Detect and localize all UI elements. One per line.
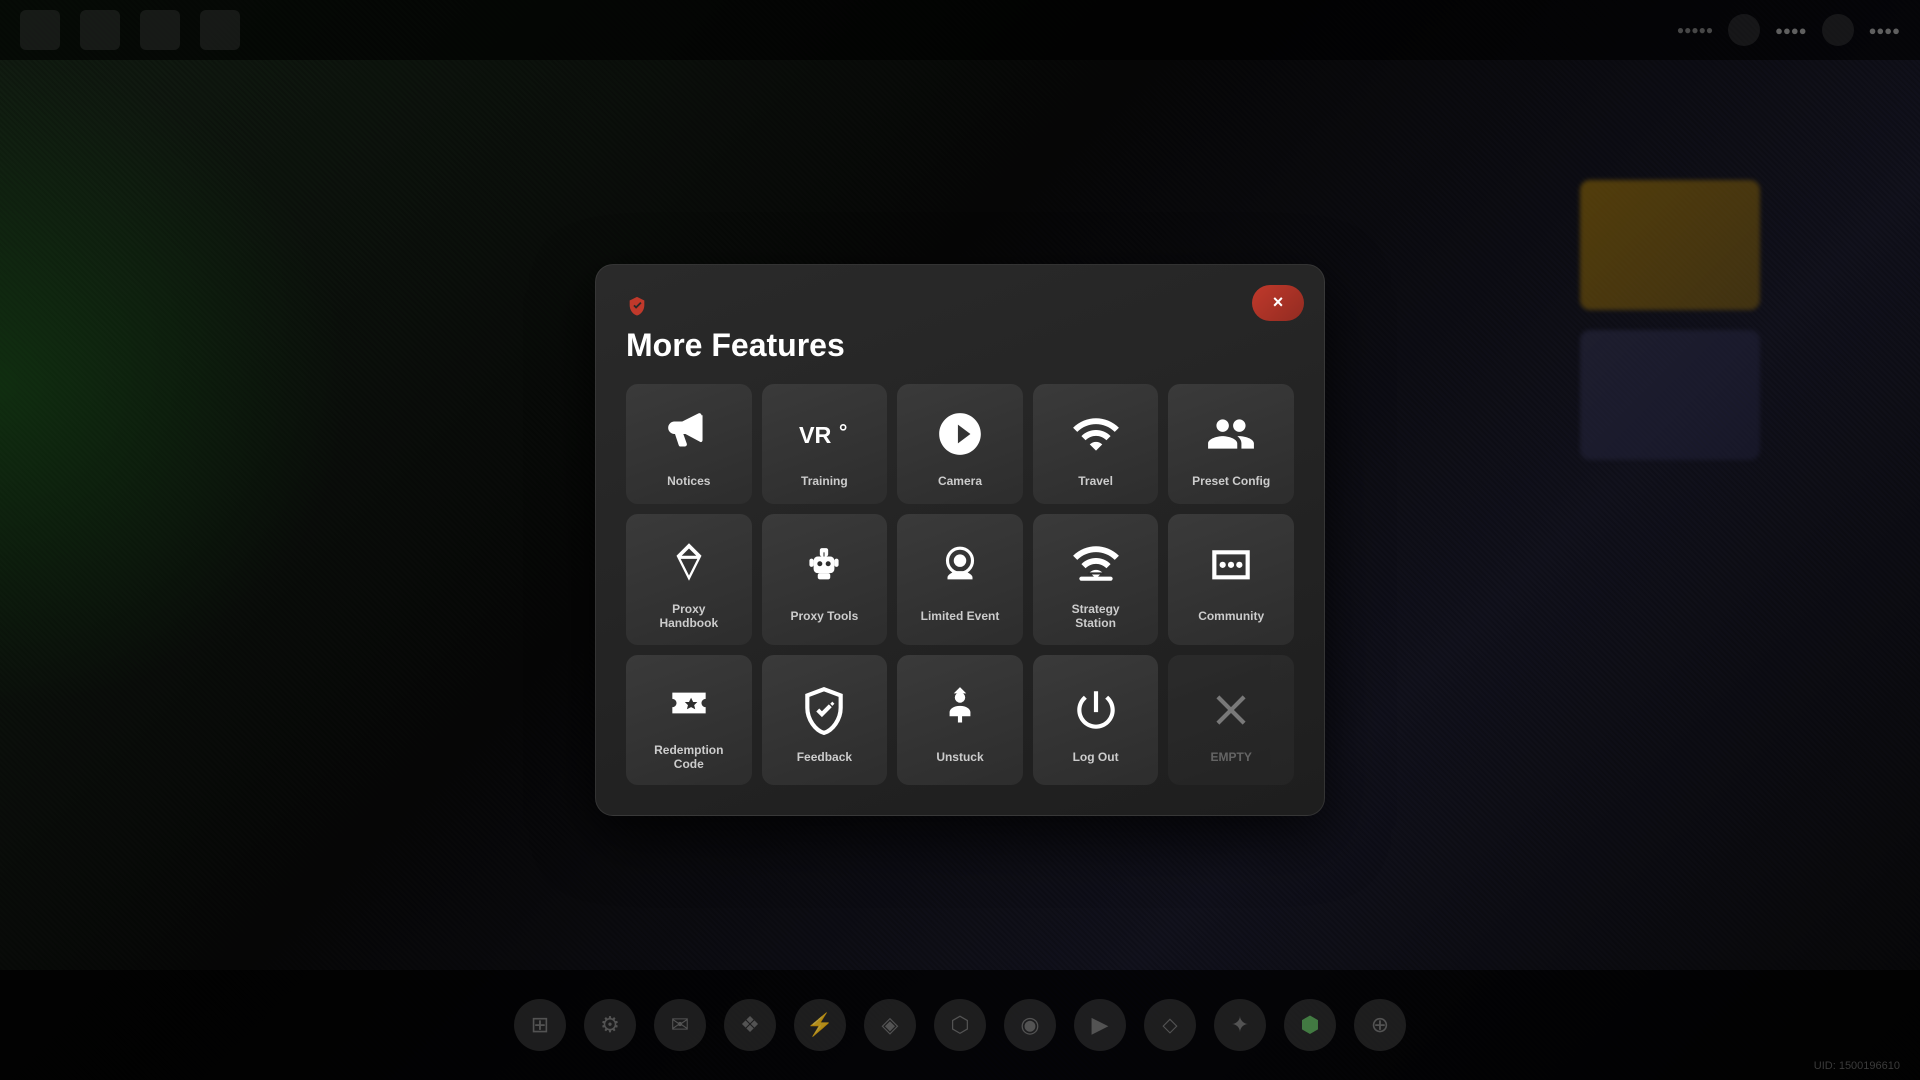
unstuck-button[interactable]: Unstuck xyxy=(897,655,1023,786)
notices-button[interactable]: Notices xyxy=(626,384,752,504)
feedback-button[interactable]: Feedback xyxy=(762,655,888,786)
alert-shield-icon xyxy=(626,295,648,317)
proxy-tools-label: Proxy Tools xyxy=(790,609,858,623)
feedback-icon xyxy=(794,680,854,740)
notices-icon xyxy=(659,404,719,464)
feedback-label: Feedback xyxy=(797,750,852,764)
close-icon: × xyxy=(1273,292,1284,313)
preset-config-label: Preset Config xyxy=(1192,474,1270,488)
community-label: Community xyxy=(1198,609,1264,623)
log-out-button[interactable]: Log Out xyxy=(1033,655,1159,786)
alert-indicator xyxy=(626,295,648,322)
strategy-station-icon xyxy=(1066,532,1126,592)
proxy-handbook-label: Proxy Handbook xyxy=(659,602,718,631)
redemption-code-icon xyxy=(659,673,719,733)
training-label: Training xyxy=(801,474,848,488)
limited-event-button[interactable]: Limited Event xyxy=(897,514,1023,645)
proxy-tools-button[interactable]: Proxy Tools xyxy=(762,514,888,645)
notices-label: Notices xyxy=(667,474,710,488)
redemption-code-label: Redemption Code xyxy=(654,743,723,772)
proxy-handbook-icon xyxy=(659,532,719,592)
community-icon xyxy=(1201,539,1261,599)
strategy-station-label: Strategy Station xyxy=(1072,602,1120,631)
limited-event-label: Limited Event xyxy=(921,609,1000,623)
unstuck-label: Unstuck xyxy=(936,750,983,764)
log-out-label: Log Out xyxy=(1073,750,1119,764)
training-button[interactable]: VR Training xyxy=(762,384,888,504)
empty-icon xyxy=(1201,680,1261,740)
proxy-tools-icon xyxy=(794,539,854,599)
travel-button[interactable]: Travel xyxy=(1033,384,1159,504)
svg-text:VR: VR xyxy=(799,422,832,448)
travel-label: Travel xyxy=(1078,474,1113,488)
camera-label: Camera xyxy=(938,474,982,488)
preset-config-icon xyxy=(1201,404,1261,464)
strategy-station-button[interactable]: Strategy Station xyxy=(1033,514,1159,645)
training-icon: VR xyxy=(794,404,854,464)
camera-button[interactable]: Camera xyxy=(897,384,1023,504)
redemption-code-button[interactable]: Redemption Code xyxy=(626,655,752,786)
features-grid: Notices VR Training xyxy=(626,384,1294,786)
empty-slot: EMPTY xyxy=(1168,655,1294,786)
log-out-icon xyxy=(1066,680,1126,740)
unstuck-icon xyxy=(930,680,990,740)
more-features-modal: More Features × Notices VR xyxy=(595,264,1325,817)
camera-icon xyxy=(930,404,990,464)
modal-overlay: More Features × Notices VR xyxy=(0,0,1920,1080)
community-button[interactable]: Community xyxy=(1168,514,1294,645)
limited-event-icon xyxy=(930,539,990,599)
empty-label: EMPTY xyxy=(1211,750,1252,764)
modal-title: More Features xyxy=(626,327,1294,364)
proxy-handbook-button[interactable]: Proxy Handbook xyxy=(626,514,752,645)
close-button[interactable]: × xyxy=(1252,285,1304,321)
travel-icon xyxy=(1066,404,1126,464)
preset-config-button[interactable]: Preset Config xyxy=(1168,384,1294,504)
